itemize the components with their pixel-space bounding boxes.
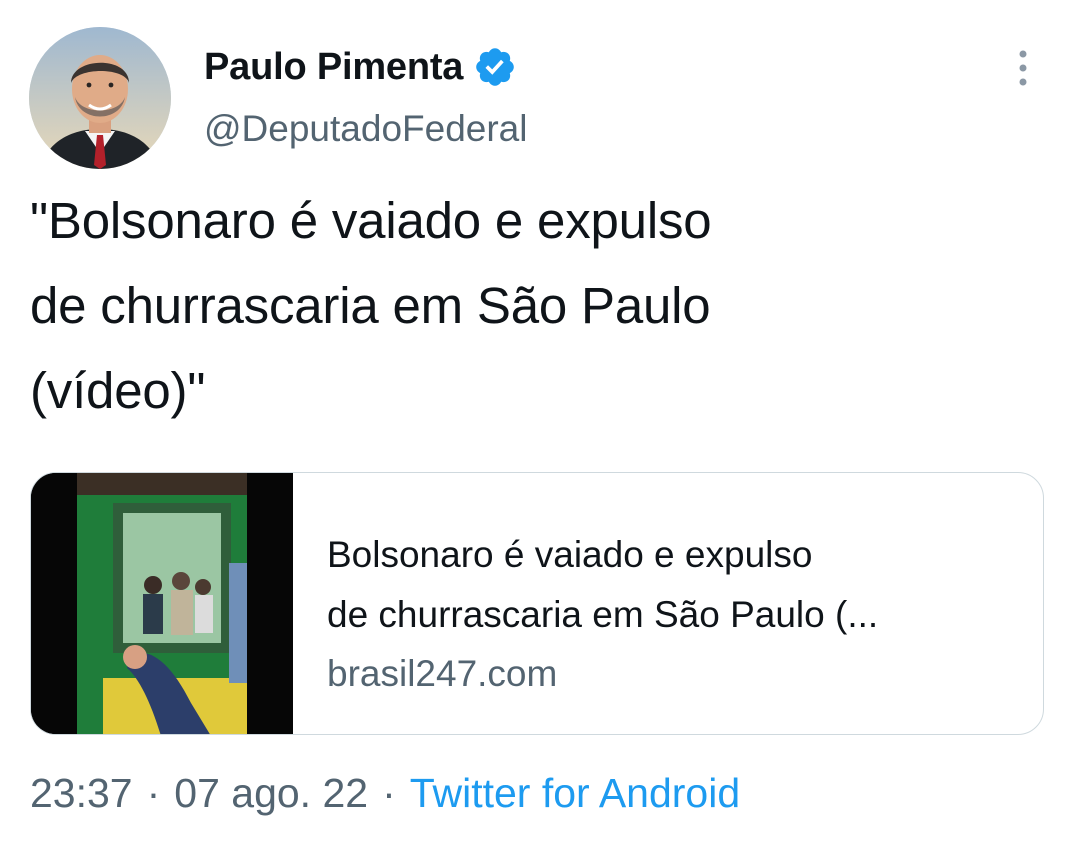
avatar[interactable] xyxy=(29,27,171,169)
more-options-button[interactable] xyxy=(1005,48,1041,88)
video-thumbnail xyxy=(31,473,293,734)
tweet-date[interactable]: 07 ago. 22 xyxy=(174,770,368,817)
link-preview-card[interactable]: Bolsonaro é vaiado e expulso de churrasc… xyxy=(30,472,1044,735)
display-name[interactable]: Paulo Pimenta xyxy=(204,46,463,89)
author-name-row[interactable]: Paulo Pimenta xyxy=(204,40,517,94)
card-domain: brasil247.com xyxy=(327,653,558,694)
tweet-metadata: 23:37 · 07 ago. 22 · Twitter for Android xyxy=(30,770,740,817)
card-title[interactable]: Bolsonaro é vaiado e expulso de churrasc… xyxy=(327,525,1017,645)
author-handle[interactable]: @DeputadoFederal xyxy=(204,108,527,150)
separator: · xyxy=(382,770,396,816)
more-vertical-icon xyxy=(1019,50,1027,86)
separator: · xyxy=(146,770,161,816)
profile-photo xyxy=(29,27,171,169)
verified-badge-icon xyxy=(473,45,517,89)
card-thumbnail xyxy=(31,473,293,734)
tweet-source-link[interactable]: Twitter for Android xyxy=(410,770,740,817)
tweet-text: "Bolsonaro é vaiado e expulso de churras… xyxy=(30,192,712,419)
tweet-time[interactable]: 23:37 xyxy=(30,770,133,817)
card-body: Bolsonaro é vaiado e expulso de churrasc… xyxy=(327,525,1017,703)
